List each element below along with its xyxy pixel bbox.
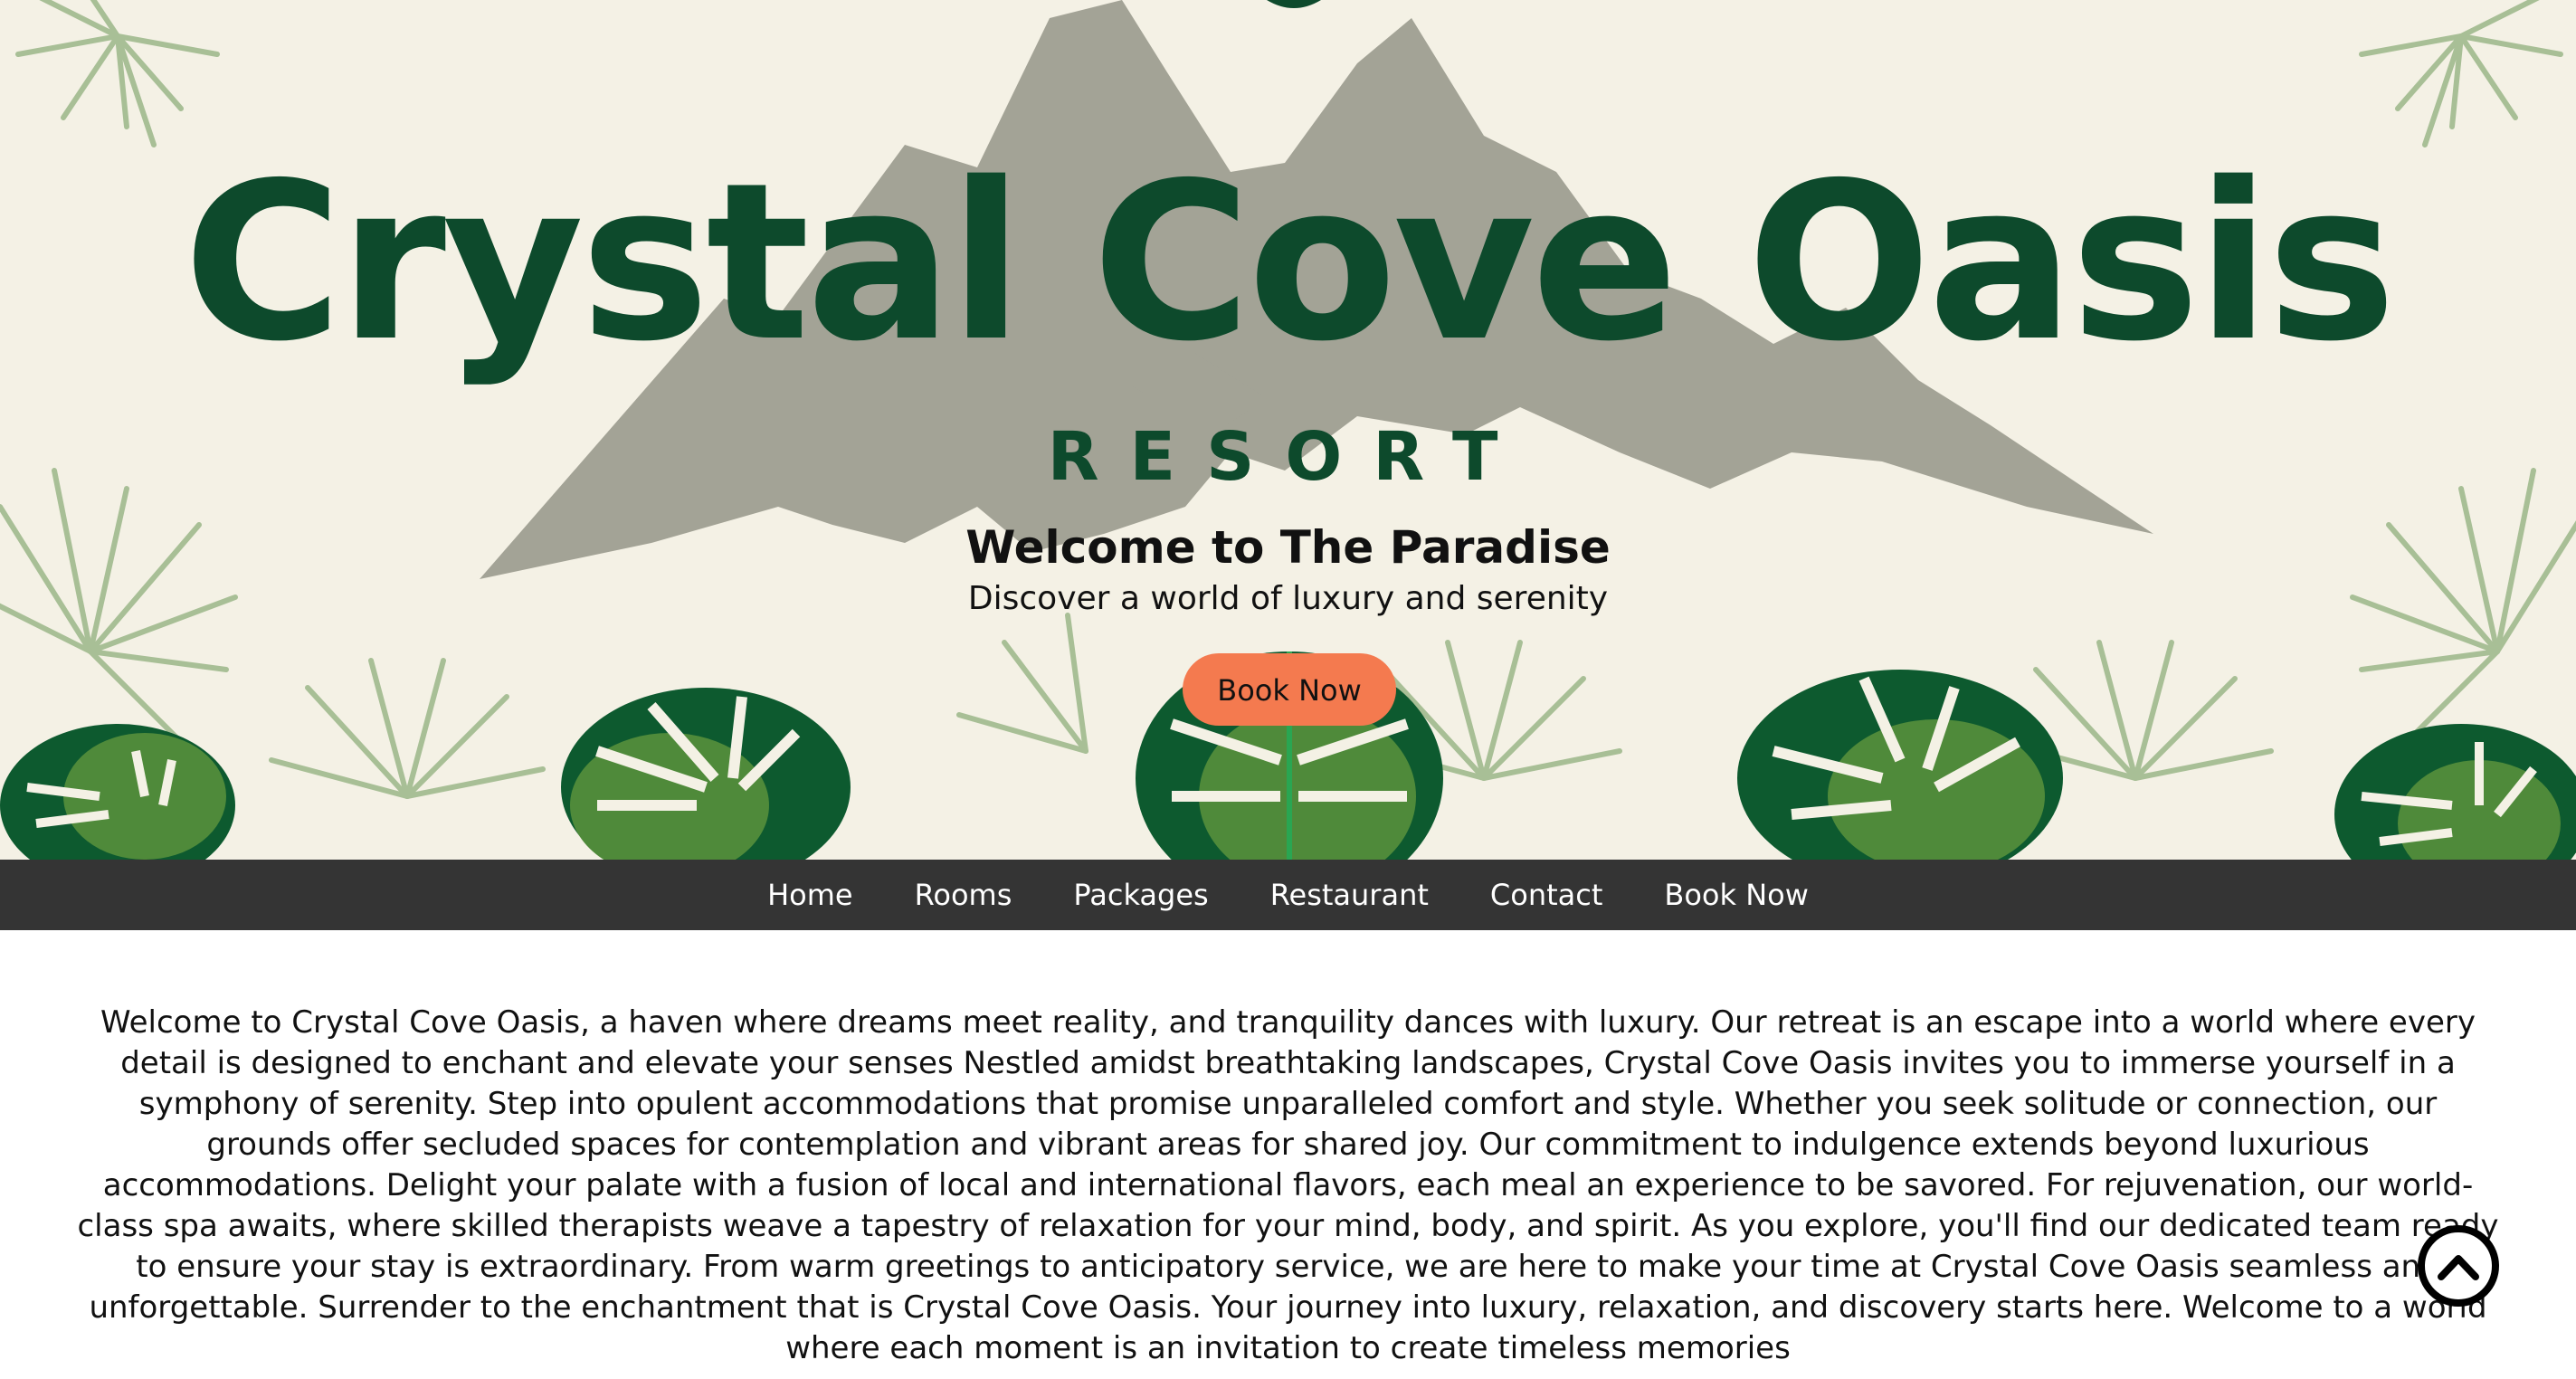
nav-item-book-now[interactable]: Book Now (1664, 860, 1809, 930)
nav-item-contact[interactable]: Contact (1490, 860, 1603, 930)
chevron-up-icon (2438, 1255, 2479, 1280)
hero-banner: Crystal Cove Oasis RESORT Welcome to The… (0, 0, 2576, 860)
resort-subtitle: RESORT (1047, 418, 1529, 496)
nav-item-restaurant[interactable]: Restaurant (1270, 860, 1429, 930)
welcome-heading: Welcome to The Paradise (965, 521, 1611, 574)
nav-item-home[interactable]: Home (767, 860, 853, 930)
scroll-to-top-button[interactable] (2418, 1225, 2499, 1307)
welcome-tagline: Discover a world of luxury and serenity (967, 580, 1609, 617)
nav-item-rooms[interactable]: Rooms (915, 860, 1012, 930)
main-nav: Home Rooms Packages Restaurant Contact B… (0, 860, 2576, 930)
intro-paragraph: Welcome to Crystal Cove Oasis, a haven w… (77, 1004, 2499, 1366)
resort-title: Crystal Cove Oasis (183, 136, 2396, 389)
top-ornament-illustration (1267, 0, 1321, 8)
hero-book-now-button[interactable]: Book Now (1183, 653, 1396, 726)
nav-item-packages[interactable]: Packages (1073, 860, 1208, 930)
